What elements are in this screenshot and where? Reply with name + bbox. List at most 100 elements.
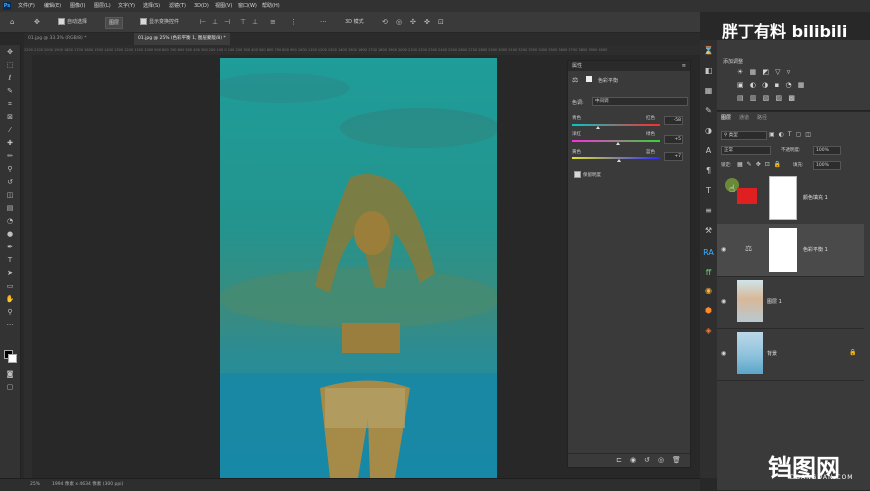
layer-name[interactable]: 背景 [767, 350, 777, 357]
visibility-icon[interactable]: ◎ [658, 456, 664, 464]
dodge-tool-icon[interactable]: ● [5, 230, 15, 238]
tab-layers[interactable]: 图层 [721, 114, 731, 121]
mask-icon[interactable] [586, 76, 592, 82]
clone-stamp-icon[interactable]: ⚲ [5, 165, 15, 173]
menu-filter[interactable]: 滤镜(T) [169, 0, 186, 12]
blur-tool-icon[interactable]: ◔ [5, 217, 15, 225]
tab-paths[interactable]: 路径 [757, 114, 767, 121]
eraser-tool-icon[interactable]: ◫ [5, 191, 15, 199]
home-icon[interactable]: ⌂ [10, 17, 14, 27]
paragraph-icon[interactable]: ¶ [702, 164, 715, 177]
tool-presets-icon[interactable]: ⚒ [702, 224, 715, 237]
quick-select-tool-icon[interactable]: ✎ [5, 87, 15, 95]
color-wheel-icon[interactable]: ◉ [702, 284, 715, 297]
3d-drag-icon[interactable]: ✣ [410, 17, 416, 27]
shape-tool-icon[interactable]: ▭ [5, 282, 15, 290]
document-image[interactable] [220, 58, 497, 478]
menu-help[interactable]: 帮助(H) [262, 0, 280, 12]
layer-row-color-balance[interactable]: ◉ ⚖ 色彩平衡 1 [717, 224, 864, 277]
yellow-blue-value[interactable]: +7 [664, 152, 683, 161]
plugin-ra-icon[interactable]: RA [702, 246, 715, 259]
menu-window[interactable]: 窗口(W) [238, 0, 257, 12]
menu-type[interactable]: 文字(Y) [118, 0, 135, 12]
frame-tool-icon[interactable]: ⊠ [5, 113, 15, 121]
3d-roll-icon[interactable]: ◎ [396, 17, 402, 27]
properties-icon[interactable]: ≡ [702, 204, 715, 217]
brush-tool-icon[interactable]: ✏ [5, 152, 15, 160]
menu-select[interactable]: 选择(S) [143, 0, 160, 12]
menu-3d[interactable]: 3D(D) [194, 0, 209, 12]
plugin-ff-icon[interactable]: ff [702, 266, 715, 279]
more-options-icon[interactable]: ··· [320, 17, 327, 27]
filter-kind-dropdown[interactable]: ⚲ 类型 [721, 131, 767, 140]
lasso-tool-icon[interactable]: ℓ [5, 74, 15, 82]
opacity-field[interactable]: 100% [813, 146, 841, 155]
history-brush-icon[interactable]: ↺ [5, 178, 15, 186]
layer-name[interactable]: 图层 1 [767, 298, 782, 305]
layer-row-background[interactable]: ◉ 背景 🔒 [717, 328, 864, 381]
menu-layer[interactable]: 图层(L) [94, 0, 111, 12]
color-icon[interactable]: ◧ [702, 64, 715, 77]
cyan-red-slider-handle[interactable] [596, 126, 601, 129]
distribute-h-icon[interactable]: ⋮ [290, 17, 297, 27]
show-transform-checkbox[interactable]: 显示变换控件 [140, 17, 179, 27]
type-tool-icon[interactable]: T [5, 256, 15, 264]
pen-tool-icon[interactable]: ✒ [5, 243, 15, 251]
gradient-tool-icon[interactable]: ▤ [5, 204, 15, 212]
swatches-icon[interactable]: ▦ [702, 84, 715, 97]
align-center-icon[interactable]: ⊥ [212, 17, 218, 27]
zoom-level[interactable]: 25% [30, 479, 40, 491]
magenta-green-value[interactable]: +5 [664, 135, 683, 144]
layer-name[interactable]: 色彩平衡 1 [803, 246, 828, 253]
brush-settings-icon[interactable]: ✎ [702, 104, 715, 117]
adjustment-row-1[interactable]: ☀ ▦ ◩ ▽ ▿ [737, 68, 792, 76]
align-top-icon[interactable]: ⊤ [240, 17, 246, 27]
lock-icons[interactable]: ▦✎✥⊡🔒 [737, 161, 785, 168]
yellow-blue-slider-handle[interactable] [616, 159, 621, 162]
auto-select-target-dropdown[interactable]: 图层 [105, 17, 124, 29]
move-tool-icon[interactable]: ✥ [34, 17, 40, 27]
background-color-swatch[interactable] [8, 354, 17, 363]
fill-field[interactable]: 100% [813, 161, 841, 170]
menu-edit[interactable]: 编辑(E) [44, 0, 61, 12]
align-left-icon[interactable]: ⊢ [200, 17, 206, 27]
hand-tool-icon[interactable]: ✋ [5, 295, 15, 303]
tab-document-1[interactable]: 01.jpg @ 33.3% (RGB/8) * [24, 33, 90, 45]
adjustment-row-3[interactable]: ▤ ▥ ▧ ▨ ▩ [737, 94, 797, 102]
glyphs-icon[interactable]: T [702, 184, 715, 197]
layer-filter-icons[interactable]: ▣◐T▢◫ [769, 131, 815, 138]
blend-mode-dropdown[interactable]: 正常 [721, 146, 771, 155]
character-icon[interactable]: A [702, 144, 715, 157]
screen-mode-icon[interactable]: ▢ [5, 383, 15, 391]
menu-file[interactable]: 文件(F) [18, 0, 35, 12]
healing-brush-icon[interactable]: ✚ [5, 139, 15, 147]
crop-tool-icon[interactable]: ⌗ [5, 100, 15, 108]
layer-row-color-fill[interactable]: ☝ 颜色填充 1 [717, 172, 864, 225]
plugin-cube-icon[interactable]: ⬢ [702, 304, 715, 317]
align-right-icon[interactable]: ⊣ [224, 17, 230, 27]
cyan-red-value[interactable]: -58 [664, 116, 683, 125]
eyedropper-tool-icon[interactable]: ⁄ [5, 126, 15, 134]
magenta-green-slider-handle[interactable] [615, 142, 620, 145]
zoom-tool-icon[interactable]: ⚲ [5, 308, 15, 316]
move-tool-icon[interactable]: ✥ [5, 48, 15, 56]
tab-document-2[interactable]: 01.jpg @ 25% (色彩平衡 1, 图层蒙版/8) * [134, 33, 230, 45]
auto-select-checkbox[interactable]: 自动选择 [58, 17, 87, 27]
layer-name[interactable]: 颜色填充 1 [803, 194, 828, 201]
clip-to-layer-icon[interactable]: ⊏ [616, 456, 622, 464]
tone-dropdown[interactable]: 中间调 [592, 97, 688, 106]
cyan-red-slider[interactable] [572, 124, 660, 126]
menu-view[interactable]: 视图(V) [215, 0, 232, 12]
menu-image[interactable]: 图像(I) [70, 0, 85, 12]
view-previous-icon[interactable]: ◉ [630, 456, 636, 464]
path-select-icon[interactable]: ➤ [5, 269, 15, 277]
panel-menu-icon[interactable]: ≡ [682, 61, 686, 71]
reset-icon[interactable]: ↺ [644, 456, 650, 464]
distribute-icon[interactable]: ≡ [270, 17, 276, 27]
eye-icon[interactable]: ◉ [721, 246, 726, 253]
adjustment-row-2[interactable]: ▣ ◐ ◑ ▪ ◔ ▦ [737, 81, 806, 89]
tab-channels[interactable]: 通道 [739, 114, 749, 121]
delete-icon[interactable]: 🗑 [672, 456, 681, 464]
plugin-orange-icon[interactable]: ◈ [702, 324, 715, 337]
more-tools-icon[interactable]: ··· [5, 321, 15, 329]
